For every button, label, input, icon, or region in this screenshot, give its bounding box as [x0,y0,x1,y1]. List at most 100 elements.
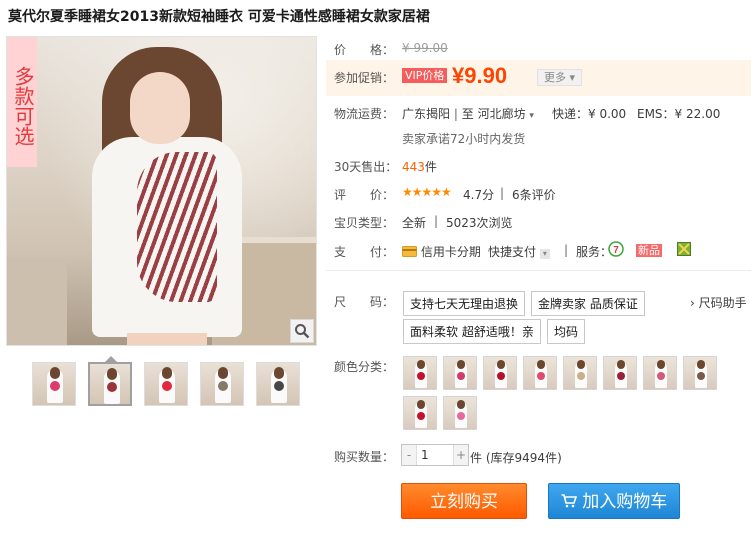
thumbnail-print [218,381,228,391]
color-swatch-3[interactable] [483,356,517,390]
quantity-unit: 件 [470,451,483,465]
type-divider: | [434,214,439,228]
thumbnail-print [274,381,284,391]
buy-now-button[interactable]: 立刻购买 [401,483,527,519]
color-swatch-4[interactable] [523,356,557,390]
magnifier-icon [295,324,310,339]
rating-score: 4.7分 [463,188,495,202]
shipping-route[interactable]: 广东揭阳 | 至 河北廊坊 ▾ [402,105,534,122]
decrement-button[interactable]: - [402,445,416,465]
color-swatch-1[interactable] [403,356,437,390]
swatch-mark [457,372,465,380]
price-label: 价 格： [334,43,395,57]
installment-option[interactable]: 信用卡分期 [402,243,481,260]
swatch-mark [457,412,465,420]
color-swatch-10[interactable] [443,396,477,430]
express-fee: 快递：¥ 0.00 [552,107,627,121]
size-option-1[interactable]: 支持七天无理由退换 [403,291,526,316]
stock-info: 件 (库存9494件) [470,449,562,466]
size-option-3[interactable]: 面料柔软 超舒适哦！亲 [403,319,541,344]
quantity-label: 购买数量： [334,450,395,464]
service-label: 服务： [576,245,613,259]
chevron-down-icon: ▾ [539,249,550,259]
rating-divider: | [500,186,505,200]
cart-icon [561,494,577,508]
credit-card-icon [402,246,417,257]
color-swatch-5[interactable] [563,356,597,390]
swatch-mark [417,372,425,380]
dress-print [137,152,217,302]
swatch-mark [497,372,505,380]
increment-button[interactable]: + [454,445,468,465]
thumbnail-print [50,381,60,391]
thumbnail-3[interactable] [144,362,188,406]
color-swatch-6[interactable] [603,356,637,390]
color-swatch-9[interactable] [403,396,437,430]
swatch-mark [697,372,705,380]
rating-label: 评 价： [334,188,395,202]
new-tag: 新品 [636,244,662,257]
main-product-image[interactable]: 多款可选 [6,36,317,346]
add-to-cart-button[interactable]: 加入购物车 [548,483,680,519]
color-swatch-2[interactable] [443,356,477,390]
color-swatch-8[interactable] [683,356,717,390]
chevron-right-icon: › [690,296,695,310]
vip-price-tag: VIP价格 [402,67,448,83]
ship-sep: 至 [461,107,474,121]
promo-label: 参加促销： [334,71,395,85]
more-label: 更多 ▾ [537,69,583,86]
sales-count: 443件 [402,158,437,175]
seven-day-return-icon[interactable]: 7 [608,241,624,260]
swatch-mark [537,372,545,380]
review-count-link[interactable]: 6条评价 [512,186,556,203]
quantity-input[interactable]: 1 [416,445,454,465]
rating-stars: ★★★★★ [402,185,452,199]
model-face [130,72,190,144]
ship-from: 广东揭阳 [402,107,451,121]
chevron-down-icon: ▾ [569,71,576,84]
add-to-cart-label: 加入购物车 [582,492,668,512]
swatch-mark [577,372,585,380]
size-helper-link[interactable]: › 尺码助手 [690,294,747,311]
zoom-button[interactable] [290,319,314,343]
new-product-tag[interactable]: 新品 [636,242,662,258]
multi-style-badge: 多款可选 [7,37,37,167]
item-condition: 全新 [402,216,427,230]
product-title: 莫代尔夏季睡裙女2013新款短袖睡衣 可爱卡通性感睡裙女款家居裙 [8,9,430,25]
ship-to: 河北廊坊 [477,107,526,121]
ems-fee: EMS：¥ 22.00 [637,107,721,121]
installment-text: 信用卡分期 [420,245,481,259]
quickpay-option[interactable]: 快捷支付 ▾ [488,243,550,260]
payment-label: 支 付： [334,245,395,259]
sales-label: 30天售出： [334,160,398,174]
section-divider [326,270,751,271]
ship-promise: 卖家承诺72小时内发货 [402,132,526,146]
guarantee-icon[interactable] [677,242,691,259]
vip-tag: VIP价格 [402,68,448,83]
image-stool [7,262,67,345]
quickpay-text: 快捷支付 [488,245,537,259]
thumbnail-2[interactable] [88,362,132,406]
view-count: 5023次浏览 [446,216,513,230]
original-price: ¥ 99.00 [402,41,448,55]
thumbnail-strip [32,362,300,406]
thumbnail-print [107,382,117,392]
size-option-4[interactable]: 均码 [547,319,586,344]
thumbnail-4[interactable] [200,362,244,406]
promo-amount: 9.90 [464,63,508,88]
currency-symbol: ¥ [452,63,465,88]
shield-icon [677,242,691,256]
size-label: 尺 码： [334,295,395,309]
size-option-2[interactable]: 金牌卖家 品质保证 [531,291,645,316]
thumbnail-1[interactable] [32,362,76,406]
color-label: 颜色分类： [334,360,395,374]
svg-text:7: 7 [613,245,619,256]
thumbnail-5[interactable] [256,362,300,406]
sales-number: 443 [402,160,425,174]
model-legs [127,333,207,345]
color-swatch-7[interactable] [643,356,677,390]
chevron-down-icon: ▾ [529,111,534,121]
swatch-mark [617,372,625,380]
more-promos-button[interactable]: 更多 ▾ [537,69,583,86]
size-helper-text: 尺码助手 [698,296,747,310]
